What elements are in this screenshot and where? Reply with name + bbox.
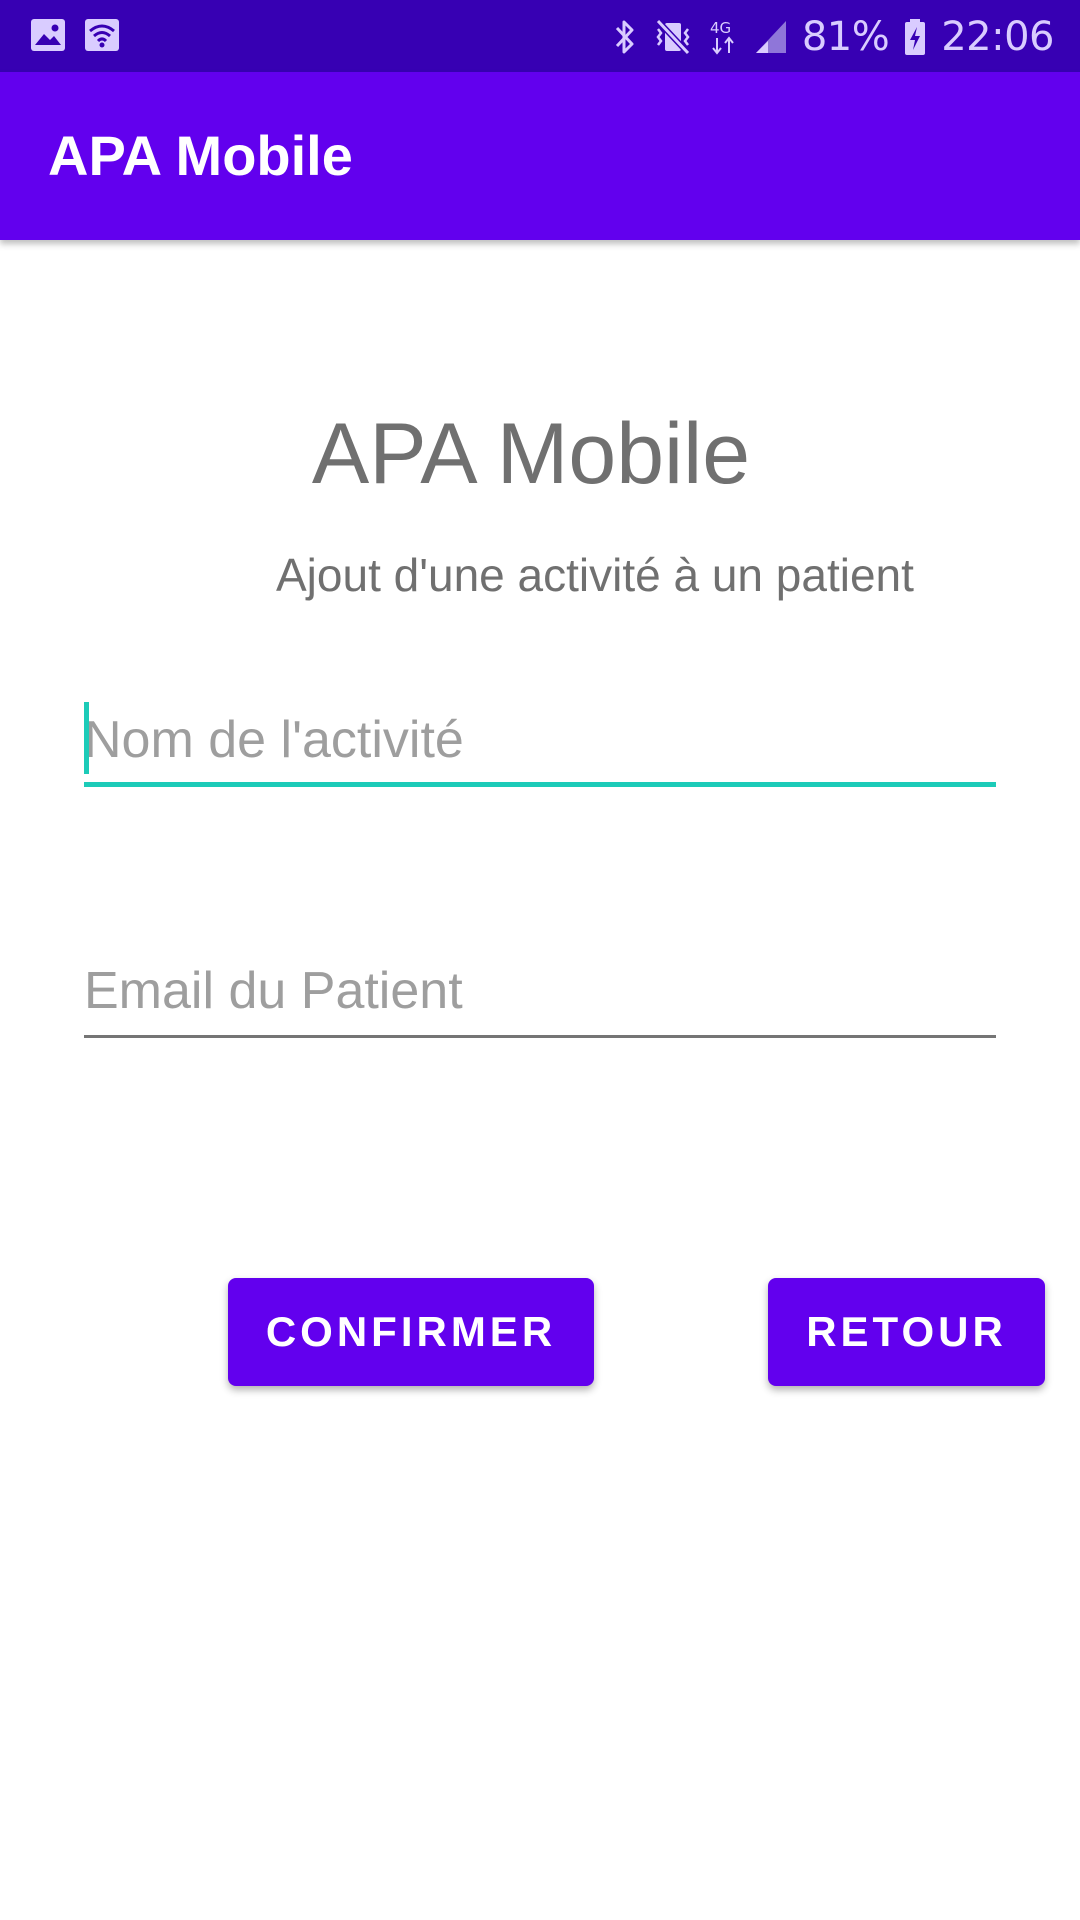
status-left-icons <box>30 18 120 52</box>
vibrate-mute-icon <box>652 17 694 57</box>
wifi-icon <box>84 18 120 52</box>
text-cursor <box>84 702 89 774</box>
bluetooth-icon <box>612 17 638 57</box>
svg-text:4G: 4G <box>710 19 731 37</box>
image-icon <box>30 18 66 52</box>
confirm-button[interactable]: CONFIRMER <box>228 1278 594 1386</box>
network-4g-icon: 4G <box>708 17 740 57</box>
signal-icon <box>754 19 788 55</box>
patient-email-field <box>84 949 996 1039</box>
patient-email-input[interactable] <box>84 949 996 1033</box>
app-bar: APA Mobile <box>0 72 1080 240</box>
back-button[interactable]: RETOUR <box>768 1278 1045 1386</box>
activity-name-input[interactable] <box>84 698 996 782</box>
activity-name-field <box>84 698 996 788</box>
patient-email-underline <box>84 1035 996 1038</box>
subtitle-container: Ajout d'une activité à un patient <box>0 548 1080 608</box>
clock: 22:06 <box>941 14 1054 60</box>
page-subtitle: Ajout d'une activité à un patient <box>276 549 914 601</box>
page-title: APA Mobile <box>311 406 751 502</box>
battery-percent: 81% <box>801 14 890 60</box>
screen: 4G 81% 22:06 APA Mobile APA Mobile Ajout… <box>0 0 1080 1920</box>
status-right-icons: 4G 81% 22:06 <box>612 10 1054 64</box>
app-bar-title: APA Mobile <box>48 124 353 187</box>
activity-name-underline <box>84 782 996 787</box>
battery-charging-icon <box>903 17 927 57</box>
status-bar: 4G 81% 22:06 <box>0 0 1080 72</box>
